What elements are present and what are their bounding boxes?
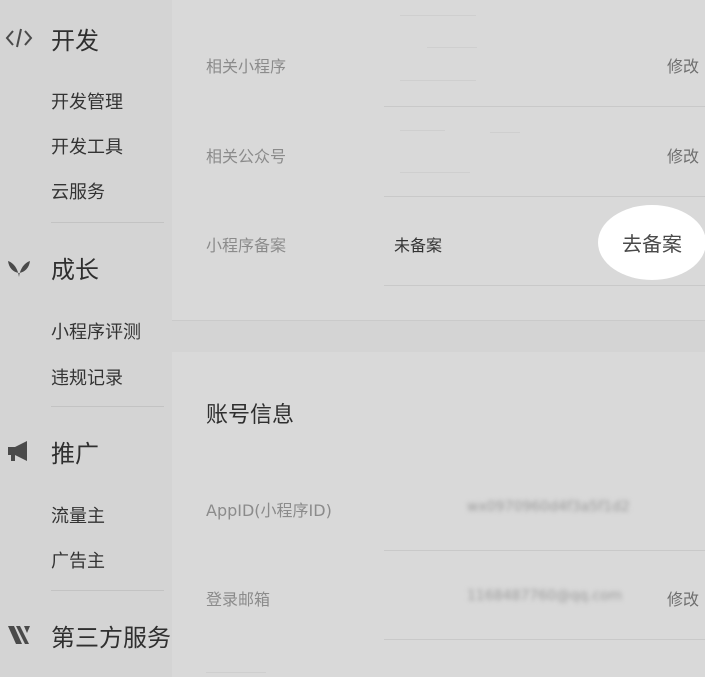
megaphone-icon xyxy=(5,437,33,465)
account-info-card: 账号信息 AppID(小程序ID) wx0970960d4f3a5f1d2 登录… xyxy=(172,352,705,677)
placeholder-line xyxy=(400,80,476,81)
sidebar-section-title: 成长 xyxy=(51,255,99,284)
sidebar-item-traffic-owner[interactable]: 流量主 xyxy=(51,502,105,528)
third-party-icon xyxy=(5,621,33,649)
sidebar-item-dev-management[interactable]: 开发管理 xyxy=(51,88,123,114)
edit-login-email-button[interactable]: 修改 xyxy=(667,586,699,610)
row-label-login-email: 登录邮箱 xyxy=(206,590,271,609)
sidebar-divider xyxy=(51,222,164,223)
go-filing-button[interactable]: 去备案 xyxy=(598,205,705,280)
sidebar-item-advertiser[interactable]: 广告主 xyxy=(51,547,105,573)
sidebar-divider xyxy=(51,406,164,407)
sidebar-item-evaluation[interactable]: 小程序评测 xyxy=(51,318,141,344)
row-divider xyxy=(384,550,705,551)
appid-value: wx0970960d4f3a5f1d2 xyxy=(467,499,630,515)
sidebar-item-violations[interactable]: 违规记录 xyxy=(51,364,123,390)
account-info-title: 账号信息 xyxy=(206,403,295,428)
code-icon xyxy=(5,24,33,52)
placeholder-line xyxy=(206,672,266,673)
sidebar: 开发 开发管理 开发工具 云服务 成长 小程序评测 违规记录 推广 流量主 广告… xyxy=(0,0,172,677)
sidebar-section-title: 第三方服务 xyxy=(51,623,171,652)
row-divider xyxy=(384,639,705,640)
edit-related-miniprogram-button[interactable]: 修改 xyxy=(667,53,699,77)
row-divider xyxy=(384,106,705,107)
row-divider xyxy=(384,285,705,286)
edit-related-official-account-button[interactable]: 修改 xyxy=(667,143,699,167)
row-label-miniprogram-filing: 小程序备案 xyxy=(206,236,287,255)
placeholder-line xyxy=(400,172,470,173)
row-label-related-miniprogram: 相关小程序 xyxy=(206,57,287,76)
sidebar-divider xyxy=(51,590,164,591)
placeholder-line xyxy=(490,132,520,133)
sidebar-section-title: 开发 xyxy=(51,26,99,55)
sidebar-item-dev-tools[interactable]: 开发工具 xyxy=(51,133,123,159)
placeholder-line xyxy=(400,130,445,131)
login-email-value: 1168487760@qq.com xyxy=(467,588,623,604)
sprout-icon xyxy=(5,253,33,281)
filing-status: 未备案 xyxy=(394,236,443,255)
sidebar-section-title: 推广 xyxy=(51,439,99,468)
row-divider xyxy=(384,196,705,197)
row-label-related-official-account: 相关公众号 xyxy=(206,147,287,166)
placeholder-line xyxy=(400,15,476,16)
row-label-appid: AppID(小程序ID) xyxy=(206,501,332,520)
sidebar-item-cloud-service[interactable]: 云服务 xyxy=(51,178,105,204)
placeholder-line xyxy=(427,47,477,48)
